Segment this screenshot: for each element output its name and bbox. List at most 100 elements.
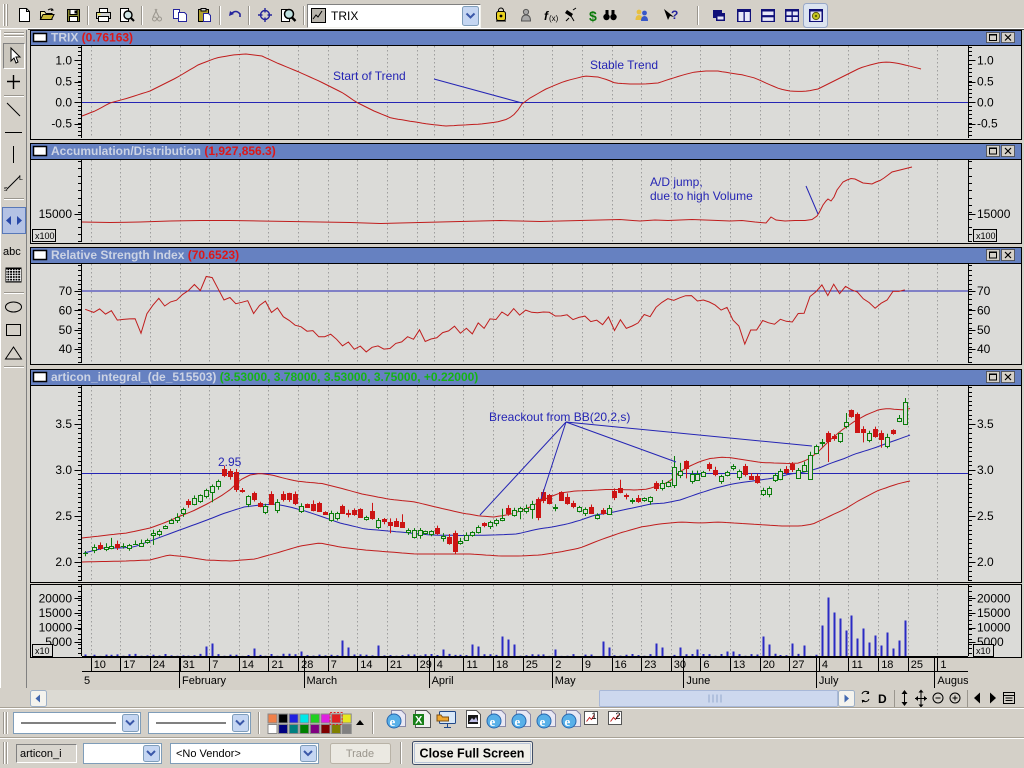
svg-text:(x): (x) <box>549 14 559 23</box>
svg-text:Start of Trend: Start of Trend <box>333 69 406 83</box>
svg-text:14: 14 <box>242 659 254 671</box>
svg-text:February: February <box>182 675 227 687</box>
svg-text:14: 14 <box>360 659 372 671</box>
svg-text:40: 40 <box>977 342 991 356</box>
svg-text:31: 31 <box>183 659 195 671</box>
svg-text:x10: x10 <box>35 646 50 656</box>
svg-text:5: 5 <box>84 675 90 687</box>
svg-text:May: May <box>555 675 576 687</box>
svg-text:40: 40 <box>59 342 73 356</box>
svg-text:20: 20 <box>763 659 775 671</box>
svg-text:abc: abc <box>3 246 21 258</box>
svg-text:e: e <box>515 714 521 729</box>
svg-text:-0.5: -0.5 <box>977 117 998 131</box>
svg-text:0.0: 0.0 <box>977 96 994 110</box>
svg-text:0.0: 0.0 <box>55 96 72 110</box>
svg-text:15000: 15000 <box>39 606 73 620</box>
svg-text:28: 28 <box>301 659 313 671</box>
svg-text:11: 11 <box>852 659 863 671</box>
svg-text:Breackout from BB(20,2,s): Breackout from BB(20,2,s) <box>489 410 630 424</box>
svg-text:<No Vendor>: <No Vendor> <box>176 748 241 760</box>
svg-text:3.5: 3.5 <box>55 417 72 431</box>
svg-text:10000: 10000 <box>977 621 1011 635</box>
svg-text:30: 30 <box>674 659 686 671</box>
svg-text:20000: 20000 <box>977 592 1011 606</box>
svg-text:15000: 15000 <box>977 207 1011 221</box>
svg-text:60: 60 <box>59 303 73 317</box>
svg-text:2.5: 2.5 <box>55 509 72 523</box>
svg-text:6: 6 <box>703 659 709 671</box>
svg-text:27: 27 <box>792 659 804 671</box>
svg-text:25: 25 <box>911 659 923 671</box>
svg-text:X: X <box>415 715 423 727</box>
svg-text:24: 24 <box>153 659 165 671</box>
svg-text:15000: 15000 <box>977 606 1011 620</box>
svg-text:x100: x100 <box>976 231 996 241</box>
svg-text:21: 21 <box>390 659 402 671</box>
svg-text:4: 4 <box>822 659 828 671</box>
svg-text:e: e <box>490 714 496 729</box>
svg-text:10000: 10000 <box>39 621 73 635</box>
svg-text:?: ? <box>671 8 678 22</box>
svg-text:March: March <box>307 675 338 687</box>
svg-text:June: June <box>686 675 710 687</box>
svg-text:2.95: 2.95 <box>218 455 242 469</box>
svg-text:18: 18 <box>881 659 893 671</box>
svg-text:August: August <box>937 675 971 687</box>
svg-text:4: 4 <box>437 659 443 671</box>
svg-text:1: 1 <box>592 711 597 721</box>
svg-text:11: 11 <box>466 659 477 671</box>
svg-text:70: 70 <box>59 284 73 298</box>
svg-text:TRIX: TRIX <box>331 9 358 23</box>
svg-text:e: e <box>565 714 571 729</box>
svg-text:7: 7 <box>212 659 218 671</box>
svg-text:A/D jump,: A/D jump, <box>650 175 703 189</box>
svg-text:2: 2 <box>555 659 561 671</box>
svg-text:50: 50 <box>977 323 991 337</box>
svg-text:due to high Volume: due to high Volume <box>650 189 753 203</box>
svg-text:D: D <box>878 692 887 706</box>
svg-text:15000: 15000 <box>39 207 73 221</box>
svg-text:9: 9 <box>585 659 591 671</box>
svg-text:0.5: 0.5 <box>55 75 72 89</box>
svg-text:e: e <box>540 714 546 729</box>
svg-text:articon_i: articon_i <box>20 748 62 760</box>
svg-text:e: e <box>390 714 396 729</box>
svg-text:60: 60 <box>977 303 991 317</box>
svg-text:29: 29 <box>420 659 432 671</box>
svg-text:TRIX (0.76163): TRIX (0.76163) <box>51 31 133 45</box>
svg-text:-0.5: -0.5 <box>51 117 72 131</box>
svg-text:2.0: 2.0 <box>977 555 994 569</box>
svg-text:21: 21 <box>272 659 284 671</box>
svg-text:2.0: 2.0 <box>55 555 72 569</box>
svg-text:23: 23 <box>644 659 656 671</box>
svg-text:$: $ <box>589 8 597 24</box>
svg-text:0.5: 0.5 <box>977 75 994 89</box>
svg-text:20000: 20000 <box>39 592 73 606</box>
svg-text:3.0: 3.0 <box>55 463 72 477</box>
svg-text:18: 18 <box>496 659 508 671</box>
svg-text:1: 1 <box>940 659 946 671</box>
svg-text:July: July <box>819 675 839 687</box>
svg-text:7: 7 <box>331 659 337 671</box>
svg-text:Close Full Screen: Close Full Screen <box>420 747 525 761</box>
svg-text:s: s <box>4 186 8 193</box>
svg-text:x10: x10 <box>976 646 991 656</box>
svg-text:1.0: 1.0 <box>55 54 72 68</box>
svg-text:L: L <box>19 175 23 182</box>
svg-text:Trade: Trade <box>346 748 374 760</box>
svg-text:2.5: 2.5 <box>977 509 994 523</box>
svg-text:Relative Strength Index (70.65: Relative Strength Index (70.6523) <box>51 248 239 262</box>
svg-text:13: 13 <box>733 659 745 671</box>
svg-text:25: 25 <box>526 659 538 671</box>
svg-text:10: 10 <box>94 659 106 671</box>
svg-text:3.0: 3.0 <box>977 463 994 477</box>
svg-text:2: 2 <box>616 711 621 721</box>
svg-text:Stable Trend: Stable Trend <box>590 58 658 72</box>
svg-text:April: April <box>432 675 454 687</box>
svg-text:articon_integral_(de_515503) (: articon_integral_(de_515503) (3.53000, 3… <box>51 370 478 384</box>
svg-text:17: 17 <box>123 659 135 671</box>
svg-text:70: 70 <box>977 284 991 298</box>
svg-text:Accumulation/Distribution (1,9: Accumulation/Distribution (1,927,856.3) <box>51 144 276 158</box>
svg-text:50: 50 <box>59 323 73 337</box>
